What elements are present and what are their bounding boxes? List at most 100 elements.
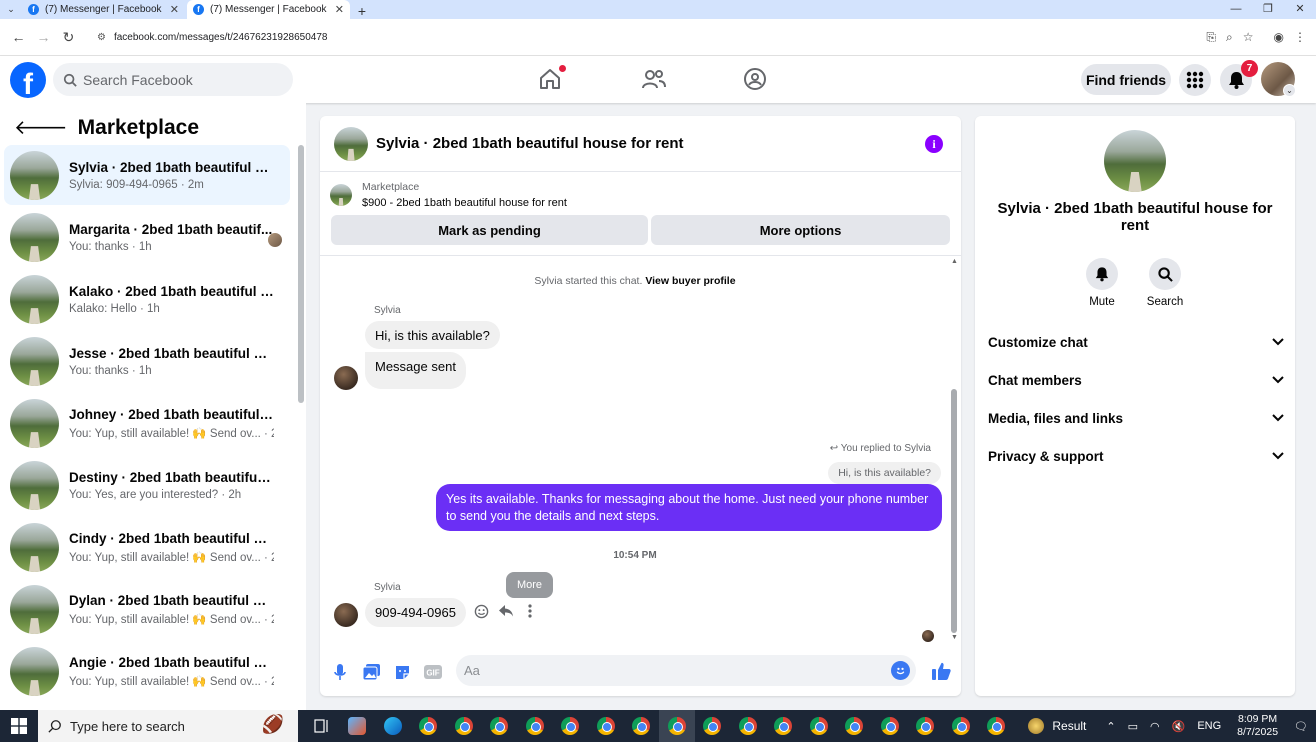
find-friends-button[interactable]: Find friends: [1081, 64, 1171, 95]
edge-browser-icon[interactable]: [375, 710, 411, 742]
conversation-item[interactable]: Sylvia · 2bed 1bath beautiful hou... Sylv…: [4, 145, 290, 205]
new-tab-button[interactable]: +: [352, 3, 372, 19]
conversation-item[interactable]: Johney · 2bed 1bath beautiful ho... You: …: [4, 393, 290, 453]
photo-attach-icon[interactable]: [361, 662, 381, 682]
scroll-down-arrow-icon[interactable]: ▼: [950, 634, 959, 641]
chrome-icon[interactable]: [943, 710, 979, 742]
chrome-icon[interactable]: [908, 710, 944, 742]
chat-scrollbar[interactable]: [951, 389, 957, 633]
clock[interactable]: 8:09 PM 8/7/2025: [1237, 713, 1278, 739]
chrome-icon[interactable]: [553, 710, 589, 742]
profile-icon[interactable]: ◉: [1274, 30, 1284, 45]
conversation-item[interactable]: Jesse · 2bed 1bath beautiful hou... You: …: [4, 331, 290, 391]
chrome-icon[interactable]: [517, 710, 553, 742]
browser-tab-2[interactable]: f (7) Messenger | Facebook ✕: [187, 0, 350, 19]
chrome-icon[interactable]: [446, 710, 482, 742]
chrome-icon[interactable]: [659, 710, 695, 742]
forward-arrow-icon[interactable]: →: [31, 29, 56, 45]
chrome-icon[interactable]: [695, 710, 731, 742]
bookmark-star-icon[interactable]: ☆: [1243, 30, 1254, 45]
maximize-icon[interactable]: ❐: [1252, 0, 1284, 19]
gif-icon[interactable]: GIF: [423, 662, 443, 682]
chrome-icon[interactable]: [730, 710, 766, 742]
react-emoji-icon[interactable]: [472, 602, 490, 620]
menu-dots-icon[interactable]: ⋮: [1294, 30, 1306, 45]
search-input[interactable]: [83, 71, 273, 88]
incoming-message[interactable]: Message sent: [365, 352, 466, 389]
reply-arrow-icon[interactable]: [497, 602, 515, 620]
conversation-item[interactable]: Kalako · 2bed 1bath beautiful ho... Kalak…: [4, 269, 290, 329]
task-view-icon[interactable]: [304, 710, 340, 742]
install-app-icon[interactable]: ⎘: [1206, 30, 1216, 45]
zoom-icon[interactable]: ⌕: [1226, 30, 1233, 45]
notification-center-icon[interactable]: 🗨: [1294, 720, 1308, 733]
search-action[interactable]: Search: [1135, 258, 1195, 308]
customize-chat-row[interactable]: Customize chat: [988, 331, 1284, 353]
wifi-icon[interactable]: ◠: [1150, 720, 1160, 733]
chat-members-row[interactable]: Chat members: [988, 369, 1284, 391]
reload-icon[interactable]: ↻: [56, 29, 81, 46]
chat-avatar[interactable]: [334, 126, 368, 161]
mark-as-pending-button[interactable]: Mark as pending: [331, 215, 648, 245]
groups-nav-icon[interactable]: [743, 67, 769, 93]
chrome-icon[interactable]: [624, 710, 660, 742]
outgoing-message[interactable]: Yes its available. Thanks for messaging …: [436, 484, 942, 531]
site-settings-icon[interactable]: ⚙: [97, 32, 106, 43]
message-input[interactable]: [464, 663, 884, 678]
conversation-item[interactable]: Dylan · 2bed 1bath beautiful hou... You: …: [4, 579, 290, 639]
tab-close-icon[interactable]: ✕: [335, 3, 344, 16]
app-icon[interactable]: [340, 710, 376, 742]
chrome-icon[interactable]: [411, 710, 447, 742]
privacy-support-row[interactable]: Privacy & support: [988, 445, 1284, 467]
conversation-item[interactable]: Margarita · 2bed 1bath beautif... You: th…: [4, 207, 290, 267]
url-field[interactable]: ⚙ facebook.com/messages/t/24676231928650…: [87, 24, 1201, 50]
media-files-links-row[interactable]: Media, files and links: [988, 407, 1284, 429]
chrome-icon[interactable]: [588, 710, 624, 742]
friends-nav-icon[interactable]: [641, 67, 667, 93]
weather-widget[interactable]: Result: [1028, 718, 1086, 734]
view-buyer-profile-link[interactable]: View buyer profile: [645, 275, 735, 287]
tab-search-dropdown[interactable]: ⌄: [0, 0, 22, 19]
conversation-item[interactable]: Cindy · 2bed 1bath beautiful hou... You: …: [4, 517, 290, 577]
sender-avatar[interactable]: [334, 603, 358, 627]
chevron-up-icon[interactable]: ⌃: [1106, 720, 1115, 733]
more-dots-icon[interactable]: [521, 602, 539, 620]
chevron-down-icon[interactable]: ⌄: [1283, 84, 1296, 97]
info-icon[interactable]: i: [925, 135, 943, 153]
chrome-icon[interactable]: [837, 710, 873, 742]
chrome-icon[interactable]: [801, 710, 837, 742]
taskbar-search-box[interactable]: 🏈: [38, 710, 298, 742]
emoji-picker-icon[interactable]: [891, 661, 910, 680]
sidebar-scrollbar[interactable]: [298, 145, 304, 403]
back-arrow-icon[interactable]: ←: [6, 29, 31, 45]
volume-muted-icon[interactable]: 🔇: [1172, 720, 1186, 733]
chat-title[interactable]: Sylvia · 2bed 1bath beautiful house for …: [376, 135, 684, 152]
quoted-message[interactable]: Hi, is this available?: [828, 462, 941, 484]
more-options-button[interactable]: More options: [651, 215, 950, 245]
windows-start-icon[interactable]: [0, 710, 38, 742]
conversation-item[interactable]: Angie · 2bed 1bath beautiful hou... You: …: [4, 641, 290, 701]
back-arrow-icon[interactable]: 🡐: [14, 115, 68, 140]
scroll-up-arrow-icon[interactable]: ▲: [950, 258, 959, 265]
browser-tab-1[interactable]: f (7) Messenger | Facebook ✕: [22, 0, 185, 19]
device-icon[interactable]: ▭: [1128, 720, 1138, 733]
mute-action[interactable]: Mute: [1072, 258, 1132, 308]
taskbar-search-input[interactable]: [70, 718, 210, 734]
menu-grid-button[interactable]: [1179, 64, 1211, 96]
conversation-item[interactable]: Destiny · 2bed 1bath beautiful h... You: …: [4, 455, 290, 515]
tab-close-icon[interactable]: ✕: [170, 3, 179, 16]
chrome-icon[interactable]: [872, 710, 908, 742]
thumbs-up-icon[interactable]: [931, 661, 951, 681]
facebook-logo-icon[interactable]: f: [10, 62, 46, 98]
microphone-icon[interactable]: [330, 662, 350, 682]
chrome-icon[interactable]: [766, 710, 802, 742]
conversation-avatar[interactable]: [1104, 130, 1166, 192]
sender-avatar[interactable]: [334, 366, 358, 390]
listing-title[interactable]: $900 - 2bed 1bath beautiful house for re…: [362, 197, 567, 209]
chrome-icon[interactable]: [482, 710, 518, 742]
incoming-message[interactable]: Hi, is this available?: [365, 321, 500, 349]
facebook-search-box[interactable]: [53, 63, 293, 96]
close-window-icon[interactable]: ✕: [1284, 0, 1316, 19]
notifications-button[interactable]: 7: [1220, 60, 1258, 96]
chrome-icon[interactable]: [979, 710, 1015, 742]
